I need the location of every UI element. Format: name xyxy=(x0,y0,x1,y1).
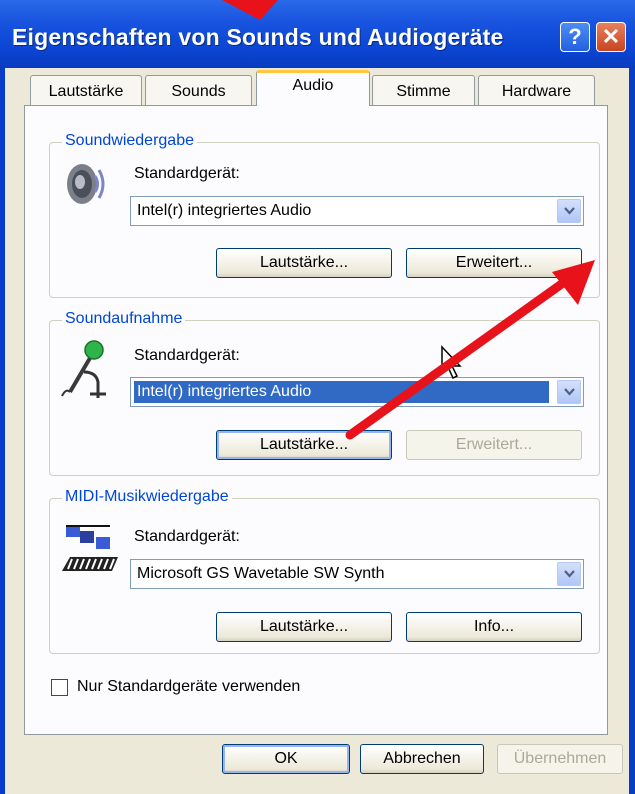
help-icon: ? xyxy=(568,24,582,49)
playback-advanced-button[interactable]: Erweitert... xyxy=(406,248,582,278)
tab-lautstaerke[interactable]: Lautstärke xyxy=(30,75,142,105)
default-devices-label[interactable]: Nur Standardgeräte verwenden xyxy=(77,678,300,696)
recording-device-select[interactable]: Intel(r) integriertes Audio xyxy=(130,377,584,407)
tab-sounds[interactable]: Sounds xyxy=(145,75,252,105)
playback-legend: Soundwiedergabe xyxy=(62,132,197,150)
ok-button[interactable]: OK xyxy=(222,744,350,774)
midi-device-label: Standardgerät: xyxy=(134,528,240,545)
apply-button: Übernehmen xyxy=(497,744,623,774)
midi-legend: MIDI-Musikwiedergabe xyxy=(62,488,232,506)
tab-hardware[interactable]: Hardware xyxy=(478,75,595,105)
mouse-cursor-icon xyxy=(441,345,462,380)
playback-device-value: Intel(r) integriertes Audio xyxy=(137,202,312,219)
recording-device-label: Standardgerät: xyxy=(134,347,240,364)
midi-info-button[interactable]: Info... xyxy=(406,612,582,642)
recording-legend: Soundaufnahme xyxy=(62,310,186,328)
playback-device-select[interactable]: Intel(r) integriertes Audio xyxy=(130,196,584,226)
tab-audio[interactable]: Audio xyxy=(256,70,370,106)
title-bar[interactable]: Eigenschaften von Sounds und Audiogeräte… xyxy=(0,0,635,68)
dropdown-arrow-icon[interactable] xyxy=(557,562,581,586)
microphone-icon xyxy=(61,340,106,398)
midi-device-select[interactable]: Microsoft GS Wavetable SW Synth xyxy=(130,559,584,589)
recording-device-value: Intel(r) integriertes Audio xyxy=(134,381,549,403)
default-devices-checkbox[interactable] xyxy=(51,679,68,696)
speaker-icon xyxy=(67,164,105,204)
close-button[interactable]: ✕ xyxy=(596,22,626,52)
playback-volume-button[interactable]: Lautstärke... xyxy=(216,248,392,278)
close-icon: ✕ xyxy=(601,24,621,49)
recording-volume-button[interactable]: Lautstärke... xyxy=(216,430,392,460)
help-button[interactable]: ? xyxy=(560,22,590,52)
playback-device-label: Standardgerät: xyxy=(134,165,240,182)
window-title: Eigenschaften von Sounds und Audiogeräte xyxy=(12,24,504,50)
midi-device-value: Microsoft GS Wavetable SW Synth xyxy=(137,565,385,582)
dropdown-arrow-icon[interactable] xyxy=(557,380,581,404)
tab-stimme[interactable]: Stimme xyxy=(372,75,475,105)
dialog-window: Eigenschaften von Sounds und Audiogeräte… xyxy=(0,0,635,794)
midi-keyboard-icon xyxy=(62,525,118,571)
dropdown-arrow-icon[interactable] xyxy=(557,199,581,223)
recording-advanced-button: Erweitert... xyxy=(406,430,582,460)
cancel-button[interactable]: Abbrechen xyxy=(360,744,484,774)
midi-volume-button[interactable]: Lautstärke... xyxy=(216,612,392,642)
